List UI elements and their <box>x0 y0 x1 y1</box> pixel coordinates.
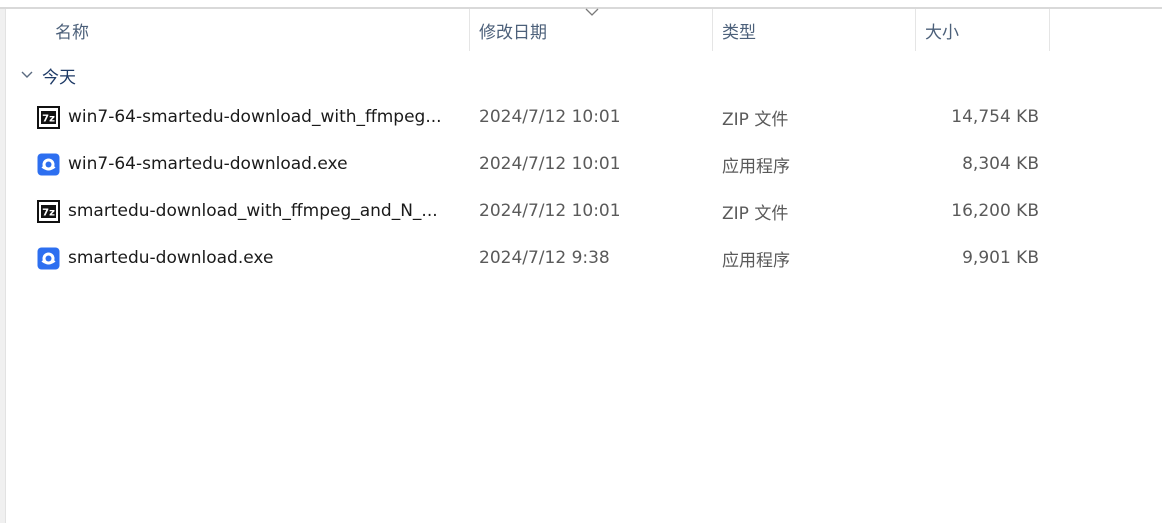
file-name-cell: win7-64-smartedu-download.exe <box>37 141 457 187</box>
svg-text:7z: 7z <box>42 113 55 124</box>
app-icon <box>37 247 60 269</box>
file-date: 2024/7/12 10:01 <box>479 201 621 221</box>
column-resize-handle[interactable] <box>1049 9 1050 51</box>
app-icon <box>37 153 60 175</box>
file-type: 应用程序 <box>722 156 790 177</box>
column-header-date[interactable]: 修改日期 <box>479 9 712 51</box>
file-row[interactable]: 7z win7-64-smartedu-download_with_ffmpeg… <box>7 94 1050 140</box>
file-size: 8,304 KB <box>962 154 1039 174</box>
file-name-cell: 7z smartedu-download_with_ffmpeg_and_N_.… <box>37 188 457 234</box>
file-row[interactable]: smartedu-download.exe 2024/7/12 9:38 应用程… <box>7 235 1050 281</box>
file-size: 14,754 KB <box>951 107 1039 127</box>
column-header-type-label: 类型 <box>722 22 756 43</box>
file-name-cell: smartedu-download.exe <box>37 235 457 281</box>
file-type: ZIP 文件 <box>722 109 789 130</box>
file-date: 2024/7/12 10:01 <box>479 107 621 127</box>
file-name: smartedu-download.exe <box>68 248 274 268</box>
chevron-down-icon <box>21 71 33 78</box>
column-header-row: 名称 修改日期 类型 大小 <box>7 8 1162 51</box>
column-resize-handle[interactable] <box>469 9 470 51</box>
file-name-cell: 7z win7-64-smartedu-download_with_ffmpeg… <box>37 94 457 140</box>
left-pane-edge[interactable] <box>0 9 6 523</box>
file-type: ZIP 文件 <box>722 203 789 224</box>
file-type: 应用程序 <box>722 250 790 271</box>
group-header-label: 今天 <box>42 67 76 88</box>
file-name: win7-64-smartedu-download.exe <box>68 154 348 174</box>
file-row[interactable]: 7z smartedu-download_with_ffmpeg_and_N_.… <box>7 188 1050 234</box>
column-resize-handle[interactable] <box>915 9 916 51</box>
file-explorer-window: 名称 修改日期 类型 大小 今天 7z win7-64-smartedu-dow… <box>0 0 1162 523</box>
file-size: 16,200 KB <box>951 201 1039 221</box>
svg-text:7z: 7z <box>42 207 55 218</box>
file-name: smartedu-download_with_ffmpeg_and_N_... <box>68 201 438 221</box>
file-date: 2024/7/12 10:01 <box>479 154 621 174</box>
column-resize-handle[interactable] <box>712 9 713 51</box>
column-header-type[interactable]: 类型 <box>722 9 915 51</box>
group-header-today[interactable]: 今天 <box>20 62 76 88</box>
column-header-name-label: 名称 <box>55 22 89 43</box>
7zip-icon: 7z <box>37 199 60 223</box>
7zip-icon: 7z <box>37 105 60 129</box>
file-date: 2024/7/12 9:38 <box>479 248 610 268</box>
column-header-date-label: 修改日期 <box>479 22 547 43</box>
file-row[interactable]: win7-64-smartedu-download.exe 2024/7/12 … <box>7 141 1050 187</box>
column-header-name[interactable]: 名称 <box>55 9 469 51</box>
top-divider <box>0 0 1162 9</box>
column-header-size-label: 大小 <box>925 22 959 43</box>
file-name: win7-64-smartedu-download_with_ffmpeg... <box>68 107 442 127</box>
file-size: 9,901 KB <box>962 248 1039 268</box>
column-header-size[interactable]: 大小 <box>925 9 1049 51</box>
